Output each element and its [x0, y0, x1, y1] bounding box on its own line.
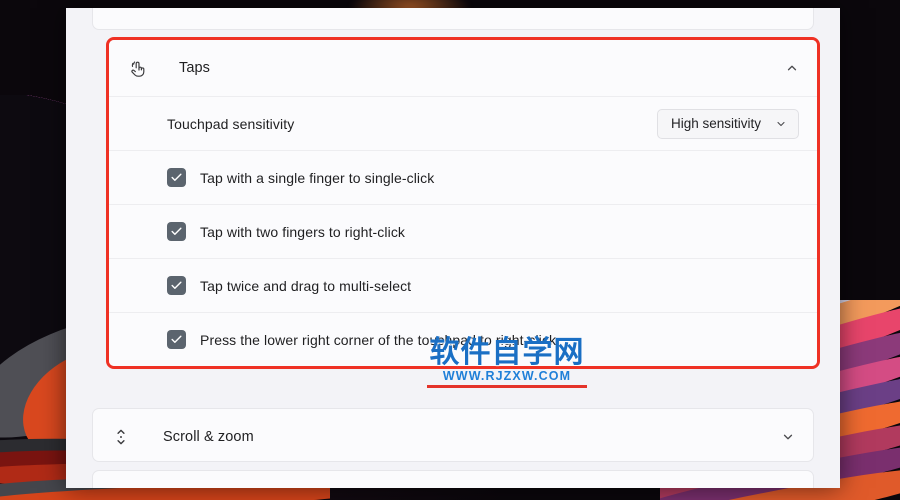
screen: Taps Touchpad sensitivity High sensitivi…: [0, 0, 900, 500]
checkbox-row-two-finger-right-click[interactable]: Tap with two fingers to right-click: [109, 204, 817, 258]
taps-section-header[interactable]: Taps: [109, 40, 817, 96]
checkbox-label-multi-select: Tap twice and drag to multi-select: [200, 277, 412, 294]
checkbox-lower-right-corner[interactable]: [167, 330, 186, 349]
checkbox-single-click[interactable]: [167, 168, 186, 187]
scroll-zoom-section-title: Scroll & zoom: [163, 429, 254, 445]
checkbox-row-multi-select[interactable]: Tap twice and drag to multi-select: [109, 258, 817, 312]
checkbox-label-two-finger-right-click: Tap with two fingers to right-click: [200, 223, 406, 240]
checkbox-multi-select[interactable]: [167, 276, 186, 295]
scroll-vertical-icon: [111, 427, 141, 447]
chevron-up-icon[interactable]: [785, 61, 799, 75]
card-partial-above[interactable]: [92, 8, 814, 30]
checkbox-row-single-click[interactable]: Tap with a single finger to single-click: [109, 150, 817, 204]
settings-content-area: Taps Touchpad sensitivity High sensitivi…: [66, 8, 840, 488]
touchpad-sensitivity-label: Touchpad sensitivity: [167, 115, 295, 132]
touchpad-sensitivity-dropdown[interactable]: High sensitivity: [656, 108, 799, 139]
taps-section-highlight: Taps Touchpad sensitivity High sensitivi…: [106, 37, 820, 369]
card-partial-below[interactable]: [92, 470, 814, 488]
scroll-zoom-section-header[interactable]: Scroll & zoom: [93, 409, 813, 465]
tap-gesture-icon: [127, 58, 157, 79]
settings-window: Taps Touchpad sensitivity High sensitivi…: [66, 8, 840, 488]
checkbox-two-finger-right-click[interactable]: [167, 222, 186, 241]
taps-section-title: Taps: [179, 60, 211, 76]
touchpad-sensitivity-value: High sensitivity: [670, 116, 761, 131]
touchpad-sensitivity-row: Touchpad sensitivity High sensitivity: [109, 96, 817, 150]
checkbox-label-single-click: Tap with a single finger to single-click: [200, 169, 435, 186]
taps-section-card: Taps Touchpad sensitivity High sensitivi…: [109, 40, 817, 366]
chevron-down-icon: [775, 118, 787, 130]
chevron-down-icon[interactable]: [781, 430, 795, 444]
scroll-zoom-section-card[interactable]: Scroll & zoom: [92, 408, 814, 462]
checkbox-row-lower-right-corner[interactable]: Press the lower right corner of the touc…: [109, 312, 817, 366]
checkbox-label-lower-right-corner: Press the lower right corner of the touc…: [200, 331, 557, 348]
